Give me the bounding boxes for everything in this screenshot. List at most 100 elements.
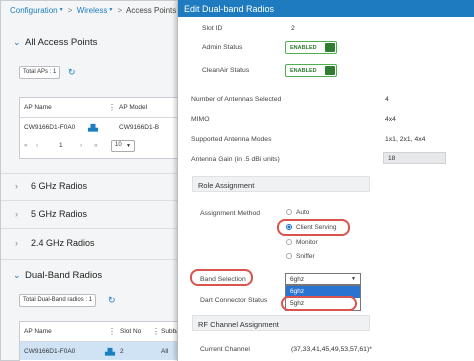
radio-button[interactable] bbox=[286, 253, 292, 259]
radio-button[interactable] bbox=[286, 239, 292, 245]
section-5ghz-title: 5 GHz Radios bbox=[31, 209, 88, 219]
chevron-down-icon: ▼ bbox=[351, 276, 356, 282]
radio-monitor-label: Monitor bbox=[296, 239, 318, 246]
section-6ghz-radios[interactable]: › 6 GHz Radios bbox=[15, 181, 87, 191]
modal-title: Edit Dual-band Radios bbox=[178, 0, 474, 17]
antennas-value: 4 bbox=[385, 96, 389, 103]
band-selection-select[interactable]: 6ghz ▼ bbox=[285, 273, 361, 285]
slot-no: 2 bbox=[120, 348, 124, 355]
radio-auto-label: Auto bbox=[296, 209, 310, 216]
chevron-right-icon: › bbox=[15, 209, 18, 219]
table-header: AP Name ⋮ AP Model bbox=[20, 98, 180, 118]
breadcrumb-separator: > bbox=[67, 6, 73, 15]
chevron-down-icon[interactable]: ⌄ bbox=[13, 270, 25, 281]
highlight-oval bbox=[281, 296, 357, 311]
mimo-value: 4x4 bbox=[385, 116, 396, 123]
next-page-icon[interactable]: › bbox=[80, 142, 82, 149]
per-page-value: 10 bbox=[115, 142, 122, 148]
divider bbox=[1, 228, 181, 229]
radio-auto[interactable]: Auto bbox=[286, 209, 309, 216]
breadcrumb-configuration[interactable]: Configuration bbox=[10, 6, 58, 15]
refresh-icon[interactable]: ↻ bbox=[108, 295, 116, 306]
ap-name-link[interactable]: CW9166D1-F0A0 bbox=[24, 348, 75, 355]
assignment-method-label: Assignment Method bbox=[200, 210, 261, 217]
refresh-icon[interactable]: ↻ bbox=[68, 67, 76, 78]
admin-status-label: Admin Status bbox=[202, 44, 243, 51]
column-menu-icon[interactable]: ⋮ bbox=[152, 327, 160, 336]
chevron-down-icon[interactable]: ▼ bbox=[108, 7, 113, 13]
table-row[interactable]: CW9166D1-F0A0 ▟▙ CW9166D1-B bbox=[20, 118, 180, 136]
divider bbox=[1, 173, 181, 174]
section-24ghz-radios[interactable]: › 2.4 GHz Radios bbox=[15, 238, 95, 248]
table-header: AP Name ⋮ Slot No ⋮ Subba bbox=[20, 322, 180, 342]
all-access-points-title: All Access Points bbox=[25, 37, 98, 48]
section-6ghz-title: 6 GHz Radios bbox=[31, 181, 88, 191]
total-aps-badge: Total APs : 1 bbox=[19, 66, 61, 79]
col-ap-name[interactable]: AP Name bbox=[24, 104, 52, 111]
dart-connector-label: Dart Connector Status bbox=[200, 297, 268, 304]
prev-page-icon[interactable]: ‹ bbox=[36, 142, 38, 149]
radio-button[interactable] bbox=[286, 209, 292, 215]
col-ap-name[interactable]: AP Name bbox=[24, 328, 52, 335]
current-channel-label: Current Channel bbox=[200, 346, 250, 353]
antennas-label: Number of Antennas Selected bbox=[191, 96, 282, 103]
col-ap-model[interactable]: AP Model bbox=[119, 104, 147, 111]
highlight-oval bbox=[277, 219, 350, 236]
chevron-down-icon[interactable]: ▼ bbox=[59, 7, 64, 13]
mimo-label: MIMO bbox=[191, 116, 210, 123]
column-menu-icon[interactable]: ⋮ bbox=[108, 103, 116, 112]
per-page-select[interactable]: 10 ▼ bbox=[111, 140, 135, 152]
admin-status-toggle[interactable]: ENABLED bbox=[285, 41, 337, 54]
radio-sniffer[interactable]: Sniffer bbox=[286, 253, 315, 260]
radio-monitor[interactable]: Monitor bbox=[286, 239, 318, 246]
breadcrumb-wireless[interactable]: Wireless bbox=[77, 6, 108, 15]
first-page-icon[interactable]: « bbox=[24, 142, 28, 149]
toggle-knob bbox=[325, 66, 335, 75]
dual-band-table: AP Name ⋮ Slot No ⋮ Subba CW9166D1-F0A0 … bbox=[19, 321, 181, 361]
last-page-icon[interactable]: » bbox=[94, 142, 98, 149]
cleanair-status-toggle[interactable]: ENABLED bbox=[285, 64, 337, 77]
total-dual-band-badge: Total Dual-Band radios : 1 bbox=[19, 294, 97, 307]
divider bbox=[1, 259, 181, 260]
chart-icon[interactable]: ▟▙ bbox=[105, 348, 115, 356]
chevron-right-icon: › bbox=[15, 181, 18, 191]
cleanair-status-value: ENABLED bbox=[290, 68, 317, 74]
section-24ghz-title: 2.4 GHz Radios bbox=[31, 238, 95, 248]
antenna-modes-value: 1x1, 2x1, 4x4 bbox=[385, 136, 426, 143]
dual-band-radios-header[interactable]: ⌄ Dual-Band Radios bbox=[13, 270, 102, 281]
pagination: « ‹ 1 › » 10 ▼ bbox=[20, 136, 180, 158]
section-5ghz-radios[interactable]: › 5 GHz Radios bbox=[15, 209, 87, 219]
antenna-modes-label: Supported Antenna Modes bbox=[191, 136, 272, 143]
breadcrumb-separator: > bbox=[117, 6, 123, 15]
ap-model: CW9166D1-B bbox=[119, 124, 160, 131]
chevron-right-icon: › bbox=[15, 238, 18, 248]
toggle-knob bbox=[325, 43, 335, 52]
breadcrumb-current: Access Points bbox=[126, 6, 177, 15]
col-slot-no[interactable]: Slot No bbox=[120, 328, 141, 335]
slot-id-value: 2 bbox=[291, 25, 295, 32]
radio-sniffer-label: Sniffer bbox=[296, 253, 315, 260]
access-points-page: Configuration▼ > Wireless▼ > Access Poin… bbox=[0, 0, 181, 361]
rf-channel-section: RF Channel Assignment bbox=[192, 315, 370, 331]
page-number[interactable]: 1 bbox=[59, 142, 63, 149]
breadcrumb: Configuration▼ > Wireless▼ > Access Poin… bbox=[10, 6, 176, 15]
chevron-down-icon: ▼ bbox=[126, 143, 131, 149]
slot-id-label: Slot ID bbox=[202, 25, 223, 32]
chart-icon[interactable]: ▟▙ bbox=[88, 124, 98, 132]
role-assignment-section: Role Assignment bbox=[192, 176, 370, 192]
divider bbox=[1, 200, 181, 201]
all-access-points-header[interactable]: ⌄ All Access Points bbox=[13, 37, 97, 48]
table-row[interactable]: CW9166D1-F0A0 ▟▙ 2 All bbox=[20, 342, 180, 360]
current-channel-value: (37,33,41,45,49,53,57,61)* bbox=[291, 346, 372, 353]
cleanair-status-label: CleanAir Status bbox=[202, 67, 250, 74]
antenna-gain-label: Antenna Gain (in .5 dBi units) bbox=[191, 156, 280, 163]
column-menu-icon[interactable]: ⋮ bbox=[108, 327, 116, 336]
access-points-table: AP Name ⋮ AP Model CW9166D1-F0A0 ▟▙ CW91… bbox=[19, 97, 181, 159]
highlight-oval bbox=[190, 269, 253, 286]
antenna-gain-input[interactable]: 18 bbox=[383, 152, 446, 164]
band-selection-value: 6ghz bbox=[290, 276, 305, 283]
chevron-down-icon[interactable]: ⌄ bbox=[13, 37, 25, 48]
edit-dual-band-modal: Edit Dual-band Radios Slot ID 2 Admin St… bbox=[177, 0, 474, 361]
subband: All bbox=[161, 348, 169, 355]
ap-name-link[interactable]: CW9166D1-F0A0 bbox=[24, 124, 75, 131]
